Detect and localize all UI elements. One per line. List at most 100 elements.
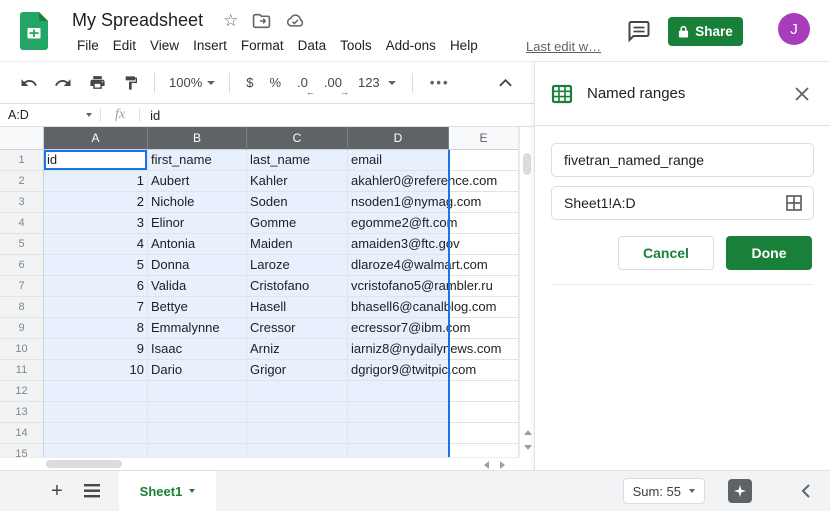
- cell-B12[interactable]: [148, 381, 247, 402]
- cell-B14[interactable]: [148, 423, 247, 444]
- cell-B11[interactable]: Dario: [148, 360, 247, 381]
- cell-E1[interactable]: [449, 150, 519, 171]
- cell-B5[interactable]: Antonia: [148, 234, 247, 255]
- cell-A1[interactable]: id: [44, 150, 148, 171]
- format-percent-button[interactable]: %: [261, 70, 289, 96]
- row-header-14[interactable]: 14: [0, 423, 44, 444]
- menu-item-edit[interactable]: Edit: [106, 36, 143, 55]
- cell-B10[interactable]: Isaac: [148, 339, 247, 360]
- vertical-scrollbar[interactable]: [519, 127, 534, 457]
- cell-D1[interactable]: email: [348, 150, 449, 171]
- row-header-1[interactable]: 1: [0, 150, 44, 171]
- cell-C6[interactable]: Laroze: [247, 255, 348, 276]
- scroll-down-arrow[interactable]: [524, 445, 532, 450]
- cloud-status-icon[interactable]: [285, 13, 305, 28]
- cell-D10[interactable]: iarniz8@nydailynews.com: [348, 339, 449, 360]
- cell-C3[interactable]: Soden: [247, 192, 348, 213]
- cell-B15[interactable]: [148, 444, 247, 457]
- cell-C2[interactable]: Kahler: [247, 171, 348, 192]
- explore-button[interactable]: [728, 479, 752, 503]
- cell-C12[interactable]: [247, 381, 348, 402]
- cell-B13[interactable]: [148, 402, 247, 423]
- cell-D3[interactable]: nsoden1@nymag.com: [348, 192, 449, 213]
- cell-A15[interactable]: [44, 444, 148, 457]
- cell-B4[interactable]: Elinor: [148, 213, 247, 234]
- cell-A2[interactable]: 1: [44, 171, 148, 192]
- column-header-b[interactable]: B: [148, 127, 247, 150]
- column-header-a[interactable]: A: [44, 127, 148, 150]
- row-header-3[interactable]: 3: [0, 192, 44, 213]
- cell-C11[interactable]: Grigor: [247, 360, 348, 381]
- cell-D11[interactable]: dgrigor9@twitpic.com: [348, 360, 449, 381]
- cell-A3[interactable]: 2: [44, 192, 148, 213]
- row-header-6[interactable]: 6: [0, 255, 44, 276]
- done-button[interactable]: Done: [726, 236, 812, 270]
- cell-B7[interactable]: Valida: [148, 276, 247, 297]
- hide-menus-button[interactable]: [492, 70, 518, 96]
- cell-D4[interactable]: egomme2@ft.com: [348, 213, 449, 234]
- add-sheet-button[interactable]: +: [44, 478, 70, 504]
- row-header-2[interactable]: 2: [0, 171, 44, 192]
- cell-D2[interactable]: akahler0@reference.com: [348, 171, 449, 192]
- cell-A4[interactable]: 3: [44, 213, 148, 234]
- row-header-8[interactable]: 8: [0, 297, 44, 318]
- cell-A10[interactable]: 9: [44, 339, 148, 360]
- close-icon[interactable]: [790, 82, 814, 106]
- select-all-corner[interactable]: [0, 127, 44, 150]
- cell-A9[interactable]: 8: [44, 318, 148, 339]
- scroll-up-arrow[interactable]: [524, 430, 532, 435]
- cell-B8[interactable]: Bettye: [148, 297, 247, 318]
- menu-item-add-ons[interactable]: Add-ons: [379, 36, 443, 55]
- cell-A6[interactable]: 5: [44, 255, 148, 276]
- cell-E4[interactable]: [449, 213, 519, 234]
- select-data-range-icon[interactable]: [785, 194, 803, 212]
- menu-item-help[interactable]: Help: [443, 36, 485, 55]
- cell-A5[interactable]: 4: [44, 234, 148, 255]
- formula-input[interactable]: id: [140, 108, 534, 123]
- range-reference-input[interactable]: [551, 186, 814, 220]
- cell-D6[interactable]: dlaroze4@walmart.com: [348, 255, 449, 276]
- cell-D5[interactable]: amaiden3@ftc.gov: [348, 234, 449, 255]
- cell-C1[interactable]: last_name: [247, 150, 348, 171]
- format-currency-button[interactable]: $: [238, 70, 261, 96]
- cell-A13[interactable]: [44, 402, 148, 423]
- column-header-e[interactable]: E: [449, 127, 519, 150]
- cell-A14[interactable]: [44, 423, 148, 444]
- cell-C8[interactable]: Hasell: [247, 297, 348, 318]
- column-header-d[interactable]: D: [348, 127, 449, 150]
- row-header-7[interactable]: 7: [0, 276, 44, 297]
- cell-A11[interactable]: 10: [44, 360, 148, 381]
- cell-C14[interactable]: [247, 423, 348, 444]
- name-box[interactable]: A:D: [0, 104, 100, 126]
- decrease-decimal-button[interactable]: .0←: [289, 70, 316, 96]
- cell-D7[interactable]: vcristofano5@rambler.ru: [348, 276, 449, 297]
- menu-item-view[interactable]: View: [143, 36, 186, 55]
- row-header-11[interactable]: 11: [0, 360, 44, 381]
- cancel-button[interactable]: Cancel: [618, 236, 714, 270]
- cell-C7[interactable]: Cristofano: [247, 276, 348, 297]
- row-header-9[interactable]: 9: [0, 318, 44, 339]
- cell-C4[interactable]: Gomme: [247, 213, 348, 234]
- cell-C13[interactable]: [247, 402, 348, 423]
- star-icon[interactable]: ☆: [223, 12, 238, 29]
- scroll-left-arrow[interactable]: [484, 461, 489, 469]
- cell-D12[interactable]: [348, 381, 449, 402]
- sheets-logo-icon[interactable]: [20, 12, 48, 50]
- comment-history-icon[interactable]: [626, 18, 652, 44]
- redo-button[interactable]: [48, 69, 78, 97]
- row-header-12[interactable]: 12: [0, 381, 44, 402]
- sheet-tab-sheet1[interactable]: Sheet1: [119, 471, 216, 511]
- cell-D14[interactable]: [348, 423, 449, 444]
- row-header-5[interactable]: 5: [0, 234, 44, 255]
- menu-item-tools[interactable]: Tools: [333, 36, 379, 55]
- collapse-panel-chevron[interactable]: [792, 478, 818, 504]
- cell-C9[interactable]: Cressor: [247, 318, 348, 339]
- cell-B2[interactable]: Aubert: [148, 171, 247, 192]
- scroll-right-arrow[interactable]: [500, 461, 505, 469]
- cell-A8[interactable]: 7: [44, 297, 148, 318]
- horizontal-scrollbar[interactable]: [0, 457, 519, 470]
- range-name-input[interactable]: [551, 143, 814, 177]
- cell-B1[interactable]: first_name: [148, 150, 247, 171]
- avatar[interactable]: J: [778, 13, 810, 45]
- column-header-c[interactable]: C: [247, 127, 348, 150]
